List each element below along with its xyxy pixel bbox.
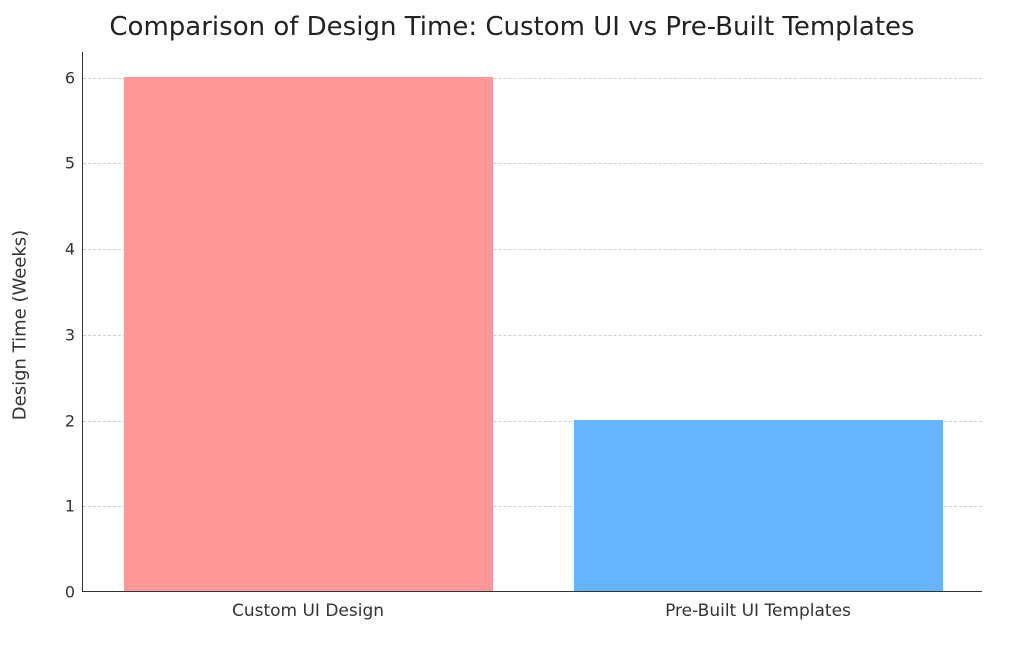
chart-container: Comparison of Design Time: Custom UI vs … [0,0,1024,650]
y-tick-label: 6 [43,68,83,87]
x-tick-label: Custom UI Design [232,591,384,621]
chart-title: Comparison of Design Time: Custom UI vs … [0,12,1024,42]
y-tick-label: 3 [43,325,83,344]
plot-area: 0123456Custom UI DesignPre-Built UI Temp… [82,52,982,592]
x-tick-label: Pre-Built UI Templates [665,591,851,621]
y-tick-label: 1 [43,497,83,516]
y-tick-label: 2 [43,411,83,430]
bar-custom-ui-design [124,77,493,591]
y-tick-label: 0 [43,583,83,602]
y-tick-label: 5 [43,154,83,173]
bar-pre-built-ui-templates [574,420,943,591]
y-tick-label: 4 [43,240,83,259]
y-axis-label: Design Time (Weeks) [10,230,31,420]
